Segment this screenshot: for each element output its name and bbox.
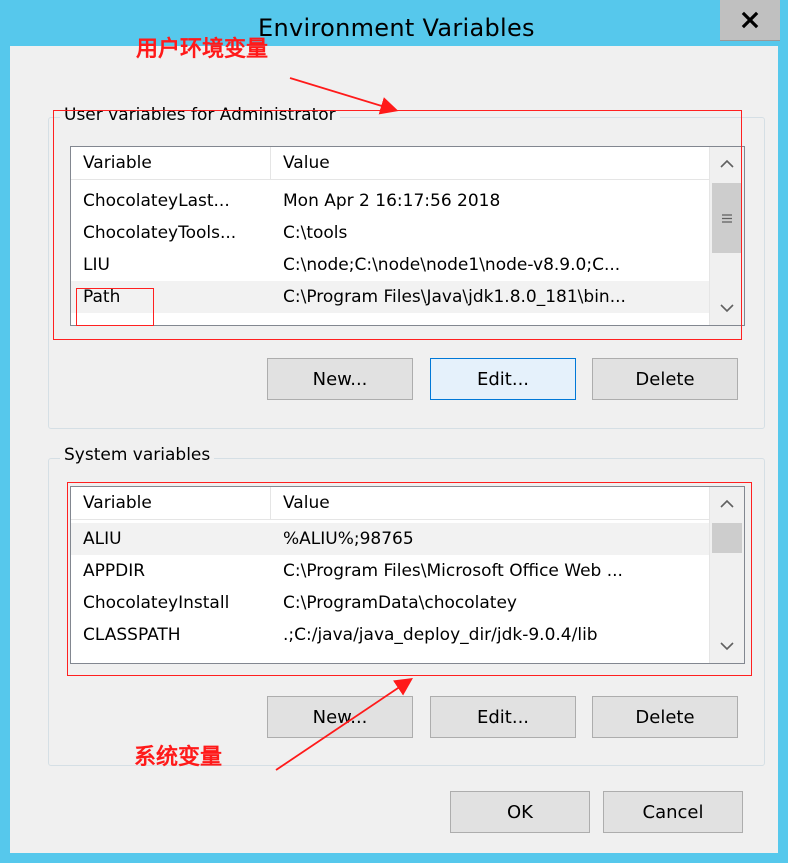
system-arrow	[275, 677, 413, 771]
annotation-arrows	[275, 77, 413, 771]
user-arrow	[289, 77, 399, 115]
